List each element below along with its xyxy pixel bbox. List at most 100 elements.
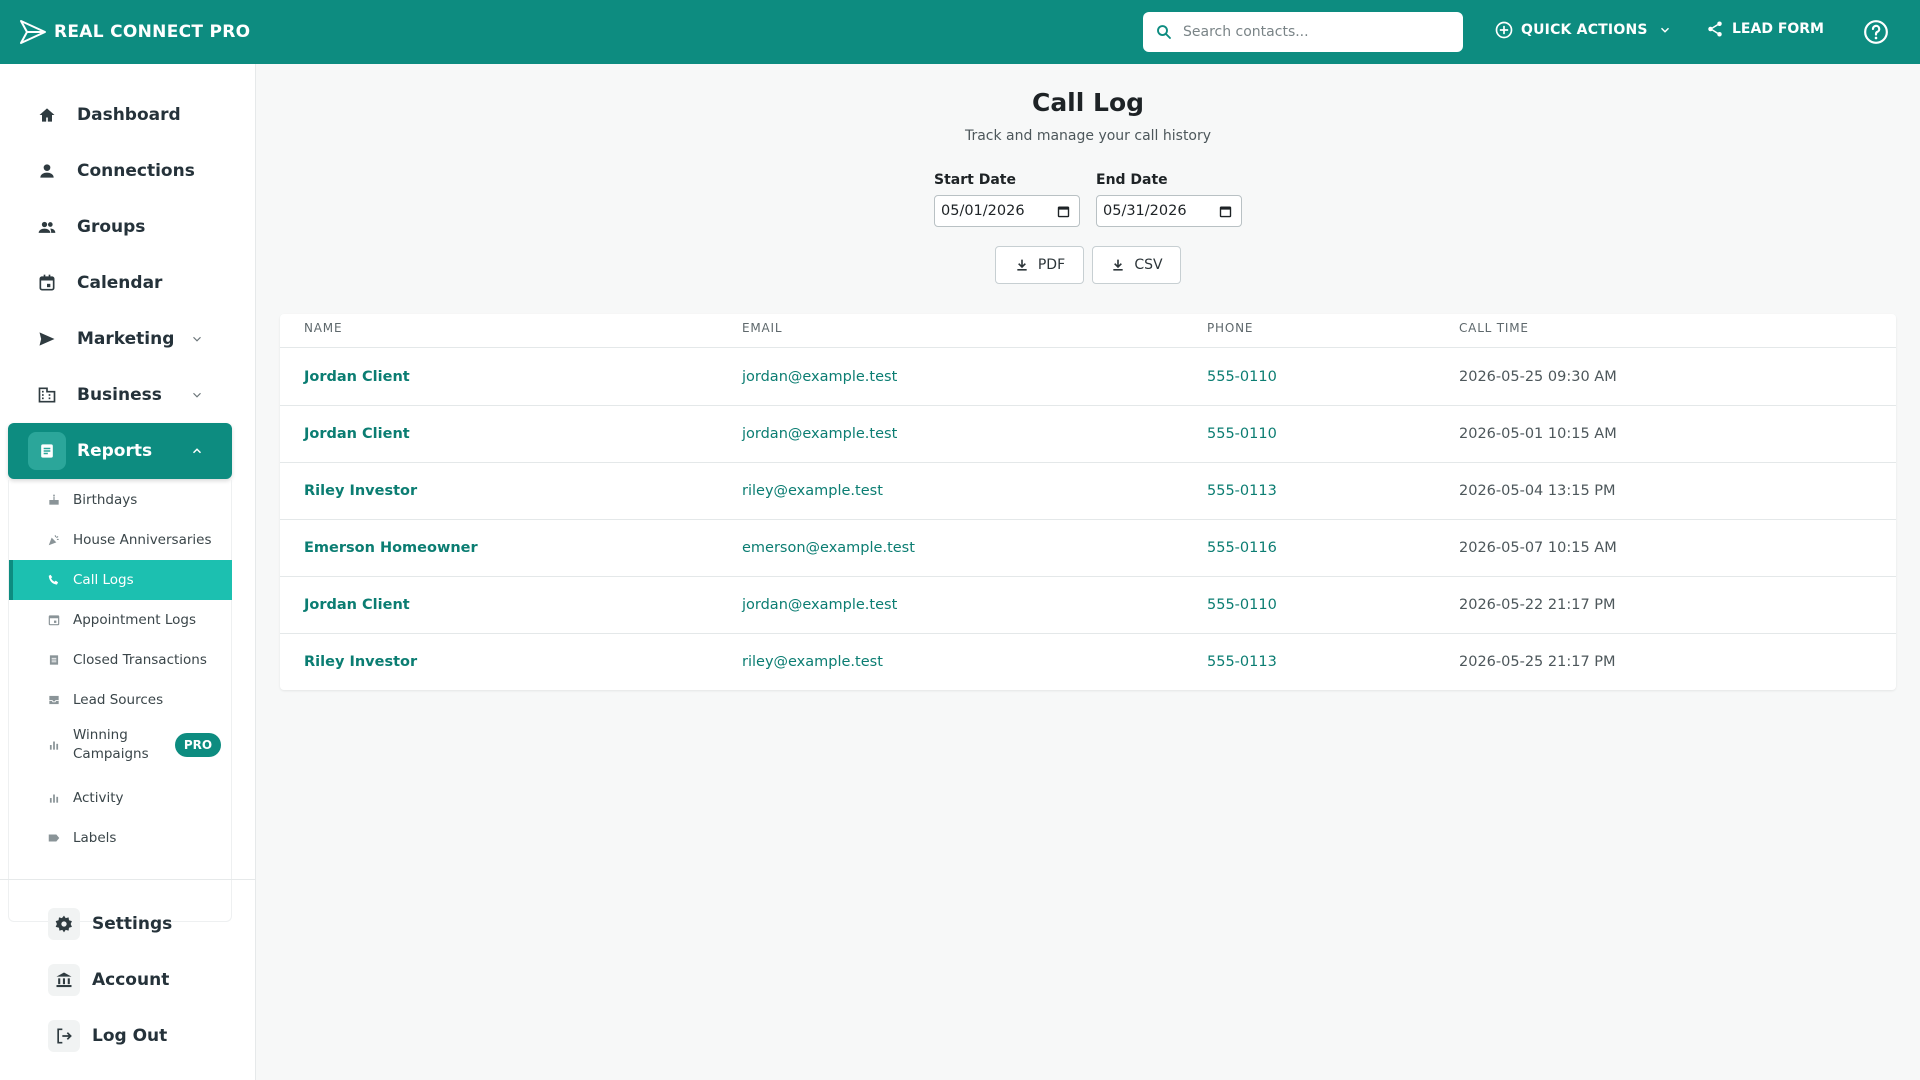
- column-header-phone[interactable]: PHONE: [1207, 321, 1253, 335]
- contact-name-link[interactable]: Jordan Client: [304, 426, 410, 442]
- submenu-item-labels[interactable]: Labels: [9, 818, 232, 858]
- submenu-item-label: Closed Transactions: [73, 651, 207, 668]
- column-header-name[interactable]: NAME: [304, 321, 342, 335]
- table-row[interactable]: Emerson Homeowner emerson@example.test 5…: [280, 520, 1896, 577]
- column-header-email[interactable]: EMAIL: [742, 321, 782, 335]
- email-link[interactable]: jordan@example.test: [742, 369, 897, 385]
- phone-link[interactable]: 555-0116: [1207, 540, 1277, 556]
- submenu-item-label: Activity: [73, 789, 124, 806]
- celebration-icon: [48, 535, 59, 546]
- submenu-item-house-anniversaries[interactable]: House Anniversaries: [9, 520, 232, 560]
- sidebar-item-label: Calendar: [77, 273, 163, 293]
- email-link[interactable]: jordan@example.test: [742, 597, 897, 613]
- logout-link[interactable]: Log Out: [48, 1016, 167, 1056]
- sidebar-item-reports[interactable]: Reports: [8, 423, 232, 479]
- email-link[interactable]: emerson@example.test: [742, 540, 915, 556]
- export-csv-button[interactable]: CSV: [1092, 246, 1181, 284]
- top-header: REAL CONNECT PRO QUICK ACTIONS LEAD FORM: [0, 0, 1920, 64]
- submenu-item-activity[interactable]: Activity: [9, 778, 232, 818]
- call-time: 2026-05-25 21:17 PM: [1459, 654, 1616, 670]
- quick-actions-label: QUICK ACTIONS: [1521, 22, 1648, 38]
- cake-icon: [49, 494, 59, 505]
- start-date-value: 05/01/2026: [941, 203, 1025, 219]
- sidebar-item-connections[interactable]: Connections: [8, 143, 232, 199]
- chevron-down-icon: [193, 336, 201, 342]
- phone-link[interactable]: 555-0113: [1207, 654, 1277, 670]
- end-date-input[interactable]: 05/31/2026: [1096, 195, 1242, 227]
- table-row[interactable]: Jordan Client jordan@example.test 555-01…: [280, 349, 1896, 406]
- call-time: 2026-05-25 09:30 AM: [1459, 369, 1617, 385]
- bar-chart-icon: [49, 741, 59, 750]
- logout-icon: [48, 1020, 80, 1052]
- label-icon: [48, 834, 60, 842]
- submenu-item-label: Appointment Logs: [73, 611, 196, 628]
- call-time: 2026-05-01 10:15 AM: [1459, 426, 1617, 442]
- email-link[interactable]: jordan@example.test: [742, 426, 897, 442]
- contact-name-link[interactable]: Emerson Homeowner: [304, 540, 478, 556]
- sidebar-item-groups[interactable]: Groups: [8, 199, 232, 255]
- bank-icon: [48, 964, 80, 996]
- submenu-item-winning-campaigns[interactable]: Winning Campaigns PRO: [9, 720, 232, 770]
- export-pdf-button[interactable]: PDF: [995, 246, 1084, 284]
- logout-label: Log Out: [92, 1026, 168, 1046]
- submenu-item-closed-transactions[interactable]: Closed Transactions: [9, 640, 232, 680]
- help-icon[interactable]: [1863, 19, 1889, 45]
- download-icon: [1017, 259, 1027, 271]
- email-link[interactable]: riley@example.test: [742, 483, 883, 499]
- search-input[interactable]: [1183, 24, 1453, 40]
- chevron-down-icon: [193, 392, 201, 398]
- phone-link[interactable]: 555-0110: [1207, 426, 1277, 442]
- table-row[interactable]: Riley Investor riley@example.test 555-01…: [280, 463, 1896, 520]
- brand[interactable]: REAL CONNECT PRO: [18, 17, 250, 47]
- people-icon: [28, 208, 66, 246]
- contact-name-link[interactable]: Riley Investor: [304, 654, 417, 670]
- call-time: 2026-05-22 21:17 PM: [1459, 597, 1616, 613]
- search-box[interactable]: [1143, 12, 1463, 52]
- lead-form-button[interactable]: LEAD FORM: [1706, 20, 1824, 38]
- table-row[interactable]: Riley Investor riley@example.test 555-01…: [280, 634, 1896, 691]
- sidebar: Dashboard Connections Groups Calendar Ma…: [0, 64, 256, 1080]
- sidebar-item-label: Business: [77, 385, 162, 405]
- calendar-icon: [48, 615, 60, 626]
- submenu-item-label: Labels: [73, 829, 117, 846]
- csv-label: CSV: [1134, 257, 1163, 273]
- calendar-icon: [28, 264, 66, 302]
- bar-chart-icon: [49, 794, 59, 803]
- phone-link[interactable]: 555-0113: [1207, 483, 1277, 499]
- submenu-item-call-logs[interactable]: Call Logs: [9, 560, 232, 600]
- phone-link[interactable]: 555-0110: [1207, 597, 1277, 613]
- email-link[interactable]: riley@example.test: [742, 654, 883, 670]
- table-header: NAME EMAIL PHONE CALL TIME: [280, 314, 1896, 348]
- start-date-input[interactable]: 05/01/2026: [934, 195, 1080, 227]
- submenu-item-appointment-logs[interactable]: Appointment Logs: [9, 600, 232, 640]
- sidebar-item-label: Dashboard: [77, 105, 181, 125]
- account-link[interactable]: Account: [48, 960, 169, 1000]
- contact-name-link[interactable]: Riley Investor: [304, 483, 417, 499]
- column-header-call-time[interactable]: CALL TIME: [1459, 321, 1529, 335]
- phone-link[interactable]: 555-0110: [1207, 369, 1277, 385]
- quick-actions-button[interactable]: QUICK ACTIONS: [1494, 20, 1672, 40]
- submenu-item-label: Lead Sources: [73, 691, 164, 708]
- contact-name-link[interactable]: Jordan Client: [304, 369, 410, 385]
- chevron-up-icon: [192, 448, 202, 454]
- submenu-item-label: Winning Campaigns: [73, 727, 149, 762]
- gear-icon: [48, 908, 80, 940]
- sidebar-item-label: Connections: [77, 161, 195, 181]
- table-row[interactable]: Jordan Client jordan@example.test 555-01…: [280, 406, 1896, 463]
- table-row[interactable]: Jordan Client jordan@example.test 555-01…: [280, 577, 1896, 634]
- settings-link[interactable]: Settings: [48, 904, 172, 944]
- sidebar-item-calendar[interactable]: Calendar: [8, 255, 232, 311]
- home-icon: [28, 96, 66, 134]
- call-time: 2026-05-04 13:15 PM: [1459, 483, 1616, 499]
- sidebar-item-dashboard[interactable]: Dashboard: [8, 87, 232, 143]
- sidebar-item-marketing[interactable]: Marketing: [8, 311, 232, 367]
- submenu-item-label: House Anniversaries: [73, 531, 212, 548]
- sidebar-item-business[interactable]: Business: [8, 367, 232, 423]
- contact-name-link[interactable]: Jordan Client: [304, 597, 410, 613]
- submenu-item-lead-sources[interactable]: Lead Sources: [9, 680, 232, 720]
- inbox-icon: [49, 695, 59, 705]
- building-icon: [28, 376, 66, 414]
- search-icon: [1157, 25, 1171, 39]
- submenu-item-birthdays[interactable]: Birthdays: [9, 480, 232, 520]
- chevron-down-icon: [1660, 27, 1669, 33]
